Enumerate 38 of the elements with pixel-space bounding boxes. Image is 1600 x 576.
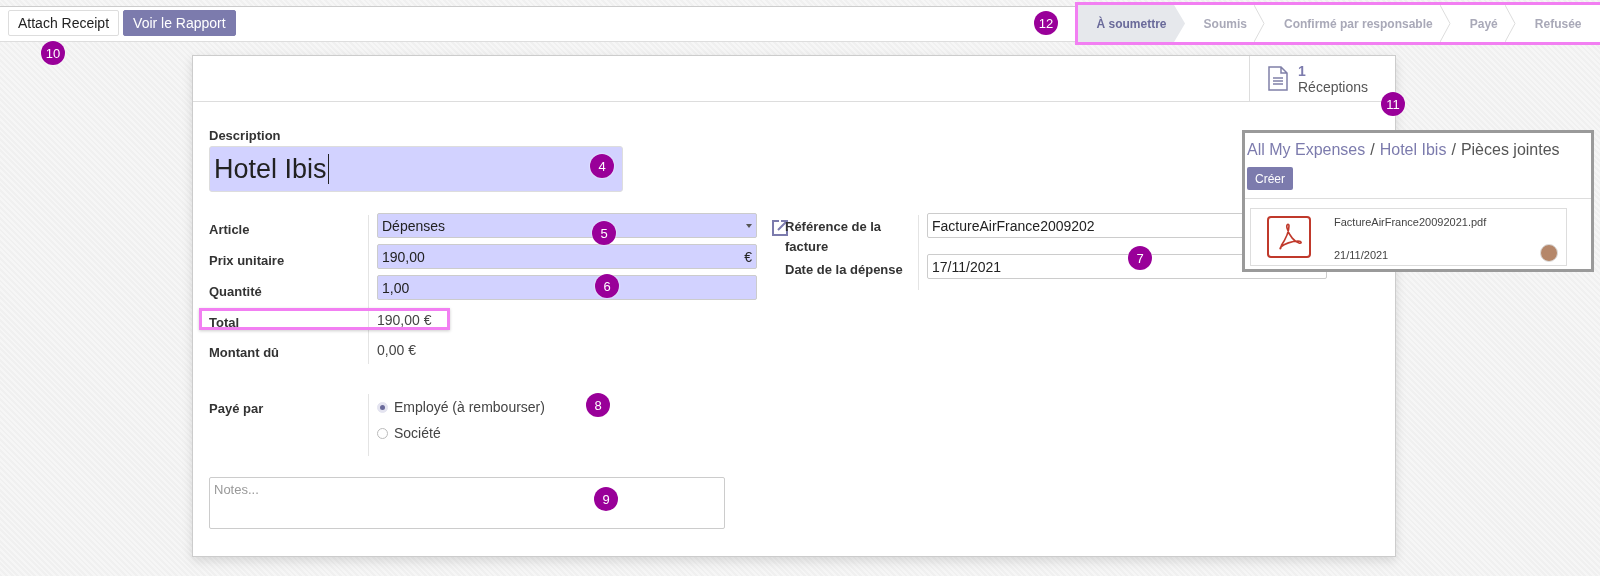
field-value: 190,00 € xyxy=(377,311,433,330)
field-label: Payé par xyxy=(209,400,265,418)
chevron-icon xyxy=(1440,5,1452,42)
pdf-icon xyxy=(1267,216,1311,258)
currency-symbol: € xyxy=(744,248,752,265)
breadcrumb-separator: / xyxy=(1451,141,1456,159)
radio-button[interactable] xyxy=(377,427,388,439)
chevron-icon xyxy=(1254,5,1266,42)
field-label: Article xyxy=(209,221,251,239)
input-field[interactable]: 190,00 € xyxy=(377,244,757,269)
field-label: Référence de la facture xyxy=(785,218,883,256)
breadcrumb-current: Pièces jointes xyxy=(1460,141,1560,159)
breadcrumb-link[interactable]: Hotel Ibis xyxy=(1379,141,1447,159)
field-label: Date de la dépense xyxy=(785,261,904,279)
field-label: Quantité xyxy=(209,283,263,301)
field-label: Description xyxy=(209,128,282,143)
field-label: Total xyxy=(208,314,241,332)
avatar xyxy=(1540,244,1558,262)
breadcrumb-separator: / xyxy=(1370,141,1375,159)
breadcrumb-link[interactable]: All My Expenses xyxy=(1247,141,1366,159)
attach-receipt-button[interactable]: Attach Receipt xyxy=(8,10,120,36)
caret-icon xyxy=(746,223,752,228)
report-button[interactable]: Voir le Rapport xyxy=(123,10,236,36)
attachment-card[interactable]: FactureAirFrance20092021.pdf 21/11/2021 xyxy=(1250,208,1567,266)
status-stage[interactable]: À soumettre xyxy=(1078,5,1186,42)
create-button[interactable]: Créer xyxy=(1247,167,1293,190)
field-label: Prix unitaire xyxy=(209,252,286,270)
receipts-stat-button[interactable]: 1 Réceptions xyxy=(1249,56,1395,101)
field-label: Montant dû xyxy=(209,344,281,362)
callout-marker: 11 xyxy=(1381,92,1405,116)
file-name: FactureAirFrance20092021.pdf xyxy=(1334,216,1487,228)
radio-option[interactable]: Société xyxy=(377,420,441,446)
radio-option[interactable]: Employé (à rembourser) xyxy=(377,394,545,420)
document-icon xyxy=(1268,66,1288,91)
field-value: 0,00 € xyxy=(377,341,417,360)
file-date: 21/11/2021 xyxy=(1334,249,1390,261)
callout-marker: 10 xyxy=(41,41,65,65)
chevron-icon xyxy=(1505,5,1517,42)
